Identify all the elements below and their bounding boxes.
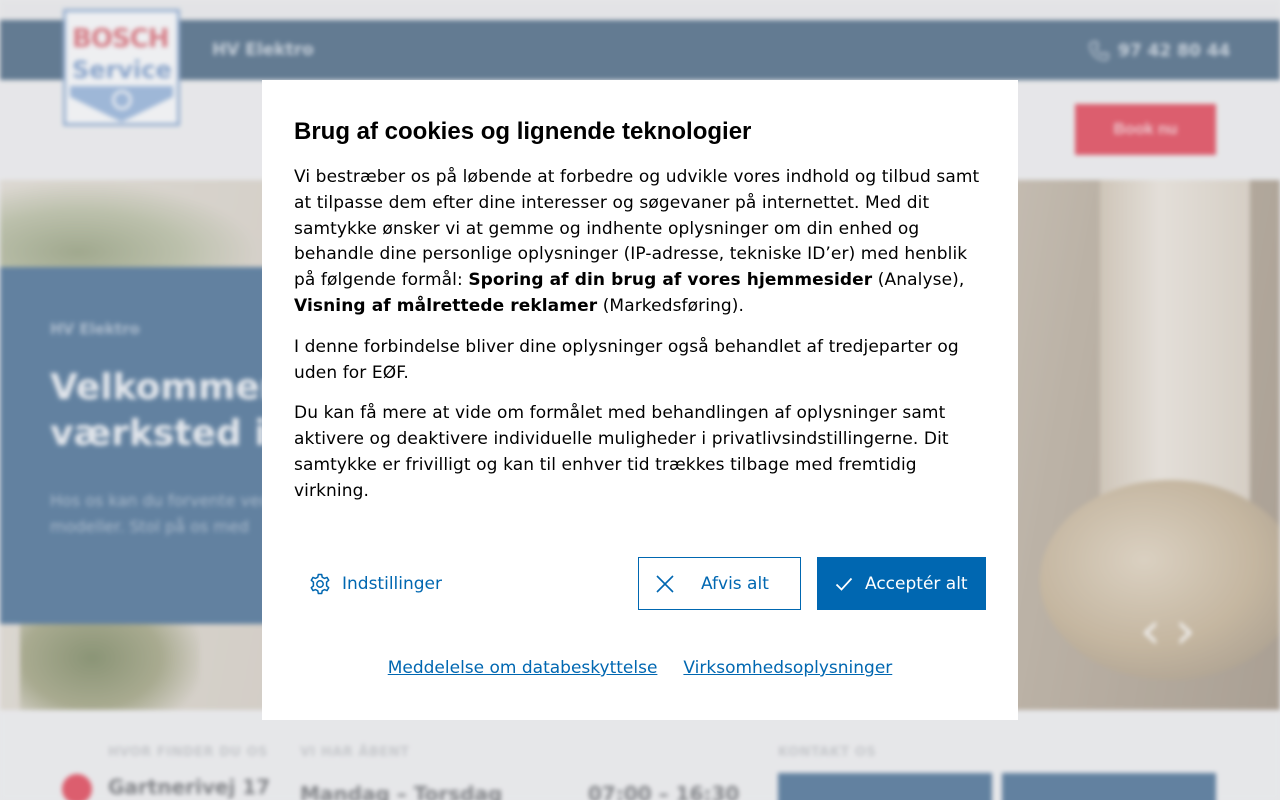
settings-button[interactable]: Indstillinger <box>308 557 442 610</box>
dialog-footer-links: Meddelelse om databeskyttelse Virksomhed… <box>262 658 1018 678</box>
settings-label: Indstillinger <box>342 573 443 594</box>
accept-label: Acceptér alt <box>865 573 968 594</box>
dialog-paragraph-2: I denne forbindelse bliver dine oplysnin… <box>294 336 959 383</box>
checkmark-icon <box>835 577 853 591</box>
privacy-notice-link[interactable]: Meddelelse om databeskyttelse <box>388 658 658 678</box>
cookie-consent-dialog: Brug af cookies og lignende teknologier … <box>262 80 1018 720</box>
paragraph-1-end: (Markedsføring). <box>597 295 745 316</box>
purpose-marketing: Visning af målrettede reklamer <box>294 295 598 316</box>
dialog-paragraph-3: Du kan få mere at vide om formålet med b… <box>294 403 949 501</box>
reject-all-button[interactable]: Afvis alt <box>638 557 801 610</box>
dialog-paragraph-1: Vi bestræber os på løbende at forbedre o… <box>294 165 986 320</box>
reject-label: Afvis alt <box>701 573 769 594</box>
gear-icon <box>310 573 330 594</box>
company-info-link[interactable]: Virksomhedsoplysninger <box>683 658 892 678</box>
dialog-title: Brug af cookies og lignende teknologier <box>294 118 752 145</box>
accept-all-button[interactable]: Acceptér alt <box>817 557 986 610</box>
purpose-analytics: Sporing af din brug af vores hjemmesider <box>468 270 873 291</box>
dialog-actions: Indstillinger Afvis alt Acceptér alt <box>294 557 986 610</box>
close-icon <box>656 574 674 593</box>
paragraph-1-mid: (Analyse), <box>872 270 965 291</box>
